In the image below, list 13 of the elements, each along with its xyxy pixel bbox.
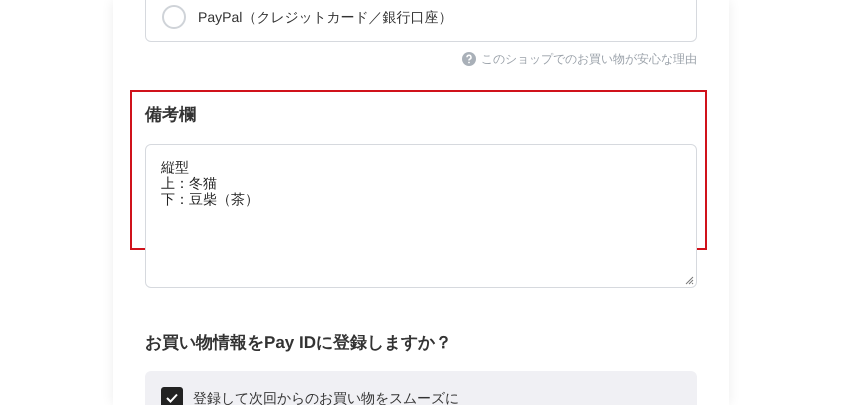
help-icon [462,52,476,66]
check-icon [166,393,178,403]
resize-handle-icon [684,274,694,284]
register-heading: お買い物情報をPay IDに登録しますか？ [145,332,453,354]
register-label: 登録して次回からのお買い物をスムーズに [193,389,459,405]
payment-label: PayPal（クレジットカード／銀行口座） [198,8,452,27]
notes-heading: 備考欄 [145,104,197,126]
checkbox[interactable] [161,387,183,405]
note-line: 縦型 [161,158,189,174]
note-line: 上：冬猫 [161,174,217,190]
notes-field[interactable]: 縦型 上：冬猫 下：豆柴（茶） [145,144,697,288]
note-line: 下：豆柴（茶） [161,190,259,206]
radio-button[interactable] [162,5,186,29]
